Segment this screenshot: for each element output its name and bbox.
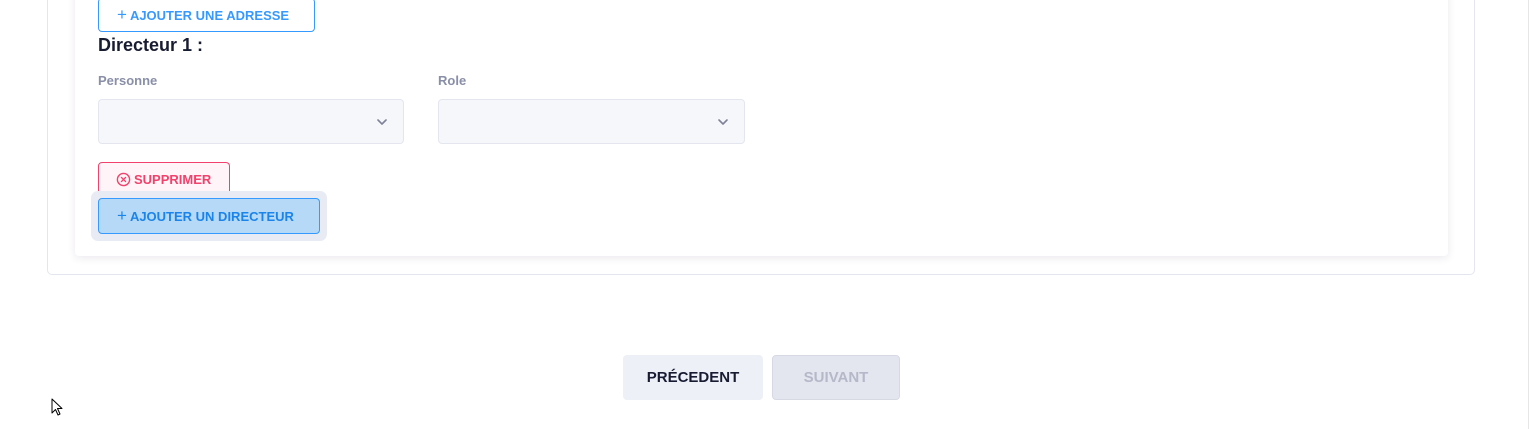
- add-address-label: AJOUTER UNE ADRESSE: [129, 7, 290, 23]
- add-director-label: AJOUTER UN DIRECTEUR: [129, 208, 294, 224]
- role-label: Role: [438, 73, 467, 88]
- close-circle-icon: [116, 172, 131, 187]
- add-director-button[interactable]: + AJOUTER UN DIRECTEUR: [98, 198, 320, 234]
- person-label: Personne: [98, 73, 158, 88]
- delete-director-label: SUPPRIMER: [134, 172, 212, 187]
- add-address-button[interactable]: + AJOUTER UNE ADRESSE: [98, 0, 315, 32]
- chevron-down-icon: [718, 119, 728, 125]
- plus-icon: +: [117, 5, 127, 24]
- director-title: Directeur 1 :: [98, 35, 204, 55]
- role-select[interactable]: [438, 99, 745, 144]
- previous-button[interactable]: PRÉCEDENT: [623, 355, 763, 400]
- next-button[interactable]: SUIVANT: [772, 355, 900, 400]
- page: + AJOUTER UNE ADRESSE Directeur 1 : Pers…: [0, 0, 1540, 429]
- mouse-cursor-icon: [51, 398, 63, 416]
- scrollbar-border: [1528, 0, 1529, 429]
- chevron-down-icon: [377, 119, 387, 125]
- person-select[interactable]: [98, 99, 404, 144]
- plus-icon: +: [117, 206, 127, 225]
